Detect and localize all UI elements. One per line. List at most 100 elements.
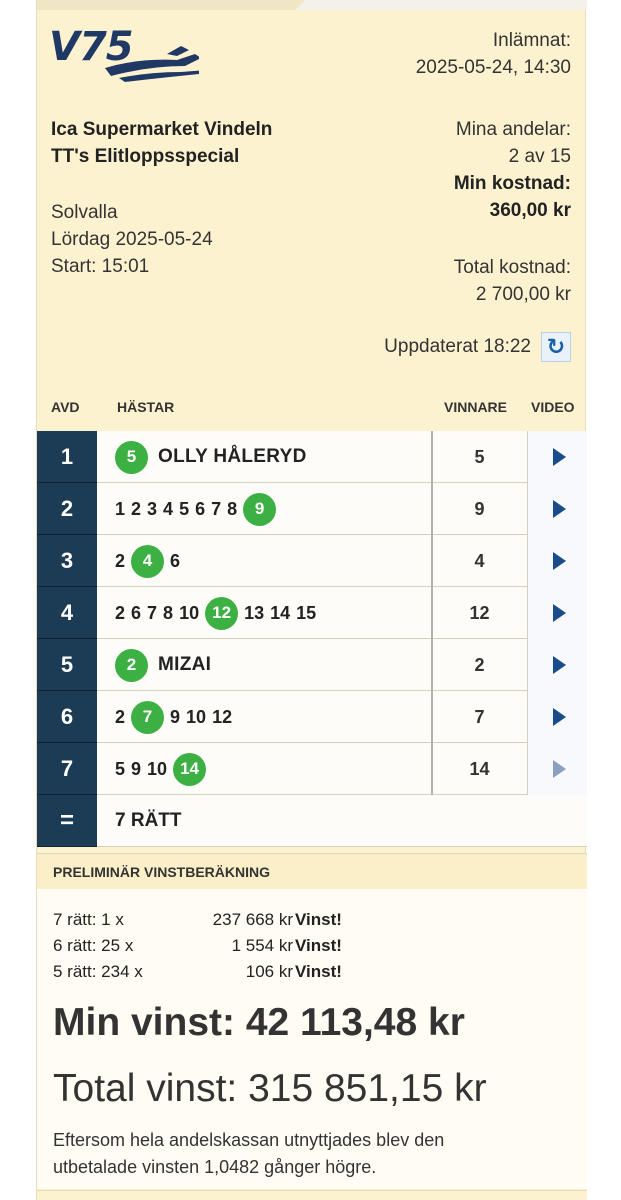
winner-badge: 14 — [173, 752, 207, 786]
shares-value: 2 av 15 — [508, 146, 571, 167]
col-avd: AVD — [51, 399, 80, 415]
horse-number: 10 — [147, 758, 168, 779]
col-video: VIDEO — [531, 399, 575, 415]
table-row: 7 5 9 10 14 14 — [37, 743, 587, 795]
total-cost-block: Total kostnad: 2 700,00 kr — [454, 254, 571, 308]
coupon-card: V75 Inlämnat: 2025-05-24, 14:30 Ica Supe… — [36, 0, 587, 1200]
win-line: 7 rätt: 1 x 237 668 kr Vinst! — [53, 907, 373, 933]
avd-number: 6 — [37, 691, 97, 743]
win-status: Vinst! — [295, 936, 342, 955]
table-row: 4 2 6 7 8 10 12 13 14 15 12 — [37, 587, 587, 639]
refresh-button[interactable]: ↻ — [541, 332, 571, 362]
win-label: 7 rätt: 1 x — [53, 910, 124, 929]
avd-number: 5 — [37, 639, 97, 691]
horse-number: 6 — [195, 498, 206, 519]
updated-row: Uppdaterat 18:22 ↻ — [384, 332, 571, 362]
prelim-body: 7 rätt: 1 x 237 668 kr Vinst! 6 rätt: 25… — [37, 889, 587, 1189]
avd-number: 3 — [37, 535, 97, 587]
refresh-icon: ↻ — [546, 334, 566, 359]
winner-number: 9 — [431, 483, 526, 535]
summary-symbol: = — [37, 795, 97, 847]
video-button[interactable] — [527, 431, 587, 483]
race-start: Start: 15:01 — [51, 256, 150, 277]
winner-number: 12 — [431, 587, 526, 639]
table-row: 3 2 4 6 4 — [37, 535, 587, 587]
race-info: Solvalla Lördag 2025-05-24 Start: 15:01 — [51, 199, 213, 280]
video-button[interactable] — [527, 587, 587, 639]
play-icon — [553, 604, 566, 622]
video-button[interactable] — [527, 639, 587, 691]
avd-number: 4 — [37, 587, 97, 639]
winner-number: 7 — [431, 691, 526, 743]
horse-number: 4 — [163, 498, 174, 519]
page: V75 Inlämnat: 2025-05-24, 14:30 Ica Supe… — [0, 0, 621, 1200]
submitted-block: Inlämnat: 2025-05-24, 14:30 — [416, 27, 571, 81]
correct-count: 7 RÄTT — [115, 810, 182, 831]
horse-number: 12 — [212, 706, 233, 727]
horse-number: 13 — [244, 602, 265, 623]
shares-label: Mina andelar: — [455, 119, 571, 140]
horse-number: 2 — [115, 602, 126, 623]
table-row: 5 2 MIZAI 2 — [37, 639, 587, 691]
video-button-disabled — [527, 743, 587, 795]
my-cost-label: Min kostnad: — [453, 173, 571, 194]
horse-number: 9 — [131, 758, 142, 779]
win-amount: 1 554 kr — [231, 936, 293, 955]
store-block: Ica Supermarket Vindeln TT's Elitloppssp… — [51, 116, 272, 170]
horse-number: 5 — [115, 758, 126, 779]
horse-swoosh-icon — [105, 46, 199, 82]
video-button[interactable] — [527, 691, 587, 743]
horse-number: 8 — [227, 498, 238, 519]
bottom-edge — [37, 1190, 587, 1200]
play-icon — [553, 656, 566, 674]
horse-number: 2 — [115, 550, 126, 571]
table-row: 1 5 OLLY HÅLERYD 5 — [37, 431, 587, 483]
avd-number: 7 — [37, 743, 97, 795]
video-button[interactable] — [527, 535, 587, 587]
winner-number: 5 — [431, 431, 526, 483]
horse-selection: 2 6 7 8 10 12 13 14 15 — [115, 587, 316, 639]
horse-number: 3 — [147, 498, 158, 519]
winner-badge: 7 — [131, 700, 165, 734]
win-status: Vinst! — [295, 962, 342, 981]
payout-note: Eftersom hela andelskassan utnyttjades b… — [53, 1130, 445, 1177]
total-cost-value: 2 700,00 kr — [475, 284, 571, 305]
play-icon — [553, 500, 566, 518]
race-table: 1 5 OLLY HÅLERYD 5 2 1 2 3 4 5 6 7 8 9 9… — [37, 431, 587, 847]
top-tab-bar — [37, 0, 587, 10]
winner-badge: 12 — [205, 596, 239, 630]
col-horses: HÄSTAR — [117, 399, 175, 415]
winner-number: 14 — [431, 743, 526, 795]
avd-number: 1 — [37, 431, 97, 483]
win-line: 5 rätt: 234 x 106 kr Vinst! — [53, 959, 373, 985]
total-cost-label: Total kostnad: — [453, 257, 571, 278]
horse-selection: 5 9 10 14 — [115, 743, 207, 795]
win-label: 6 rätt: 25 x — [53, 936, 134, 955]
winner-number: 4 — [431, 535, 526, 587]
play-icon — [553, 552, 566, 570]
col-winner: VINNARE — [444, 399, 508, 415]
winner-number: 2 — [431, 639, 526, 691]
system-name: TT's Elitloppsspecial — [51, 146, 240, 167]
summary-row: = 7 RÄTT — [37, 795, 587, 847]
horse-number: 2 — [115, 706, 126, 727]
win-line: 6 rätt: 25 x 1 554 kr Vinst! — [53, 933, 373, 959]
horse-selection: 2 MIZAI — [115, 639, 211, 691]
horse-number: 14 — [270, 602, 291, 623]
video-button[interactable] — [527, 483, 587, 535]
win-status: Vinst! — [295, 910, 342, 929]
play-icon — [553, 448, 566, 466]
horse-number: 2 — [131, 498, 142, 519]
horse-number: 6 — [170, 550, 181, 571]
table-header: AVD HÄSTAR VINNARE VIDEO — [37, 396, 587, 420]
horse-number: 7 — [147, 602, 158, 623]
win-label: 5 rätt: 234 x — [53, 962, 143, 981]
winner-badge: 2 — [115, 648, 148, 682]
total-win-amount: Total vinst: 315 851,15 kr — [53, 1067, 487, 1110]
horse-selection: 5 OLLY HÅLERYD — [115, 431, 307, 483]
win-amount: 237 668 kr — [212, 910, 293, 929]
race-date: Lördag 2025-05-24 — [51, 229, 213, 250]
table-row: 2 1 2 3 4 5 6 7 8 9 9 — [37, 483, 587, 535]
horse-number: 6 — [131, 602, 142, 623]
horse-selection: 2 7 9 10 12 — [115, 691, 232, 743]
